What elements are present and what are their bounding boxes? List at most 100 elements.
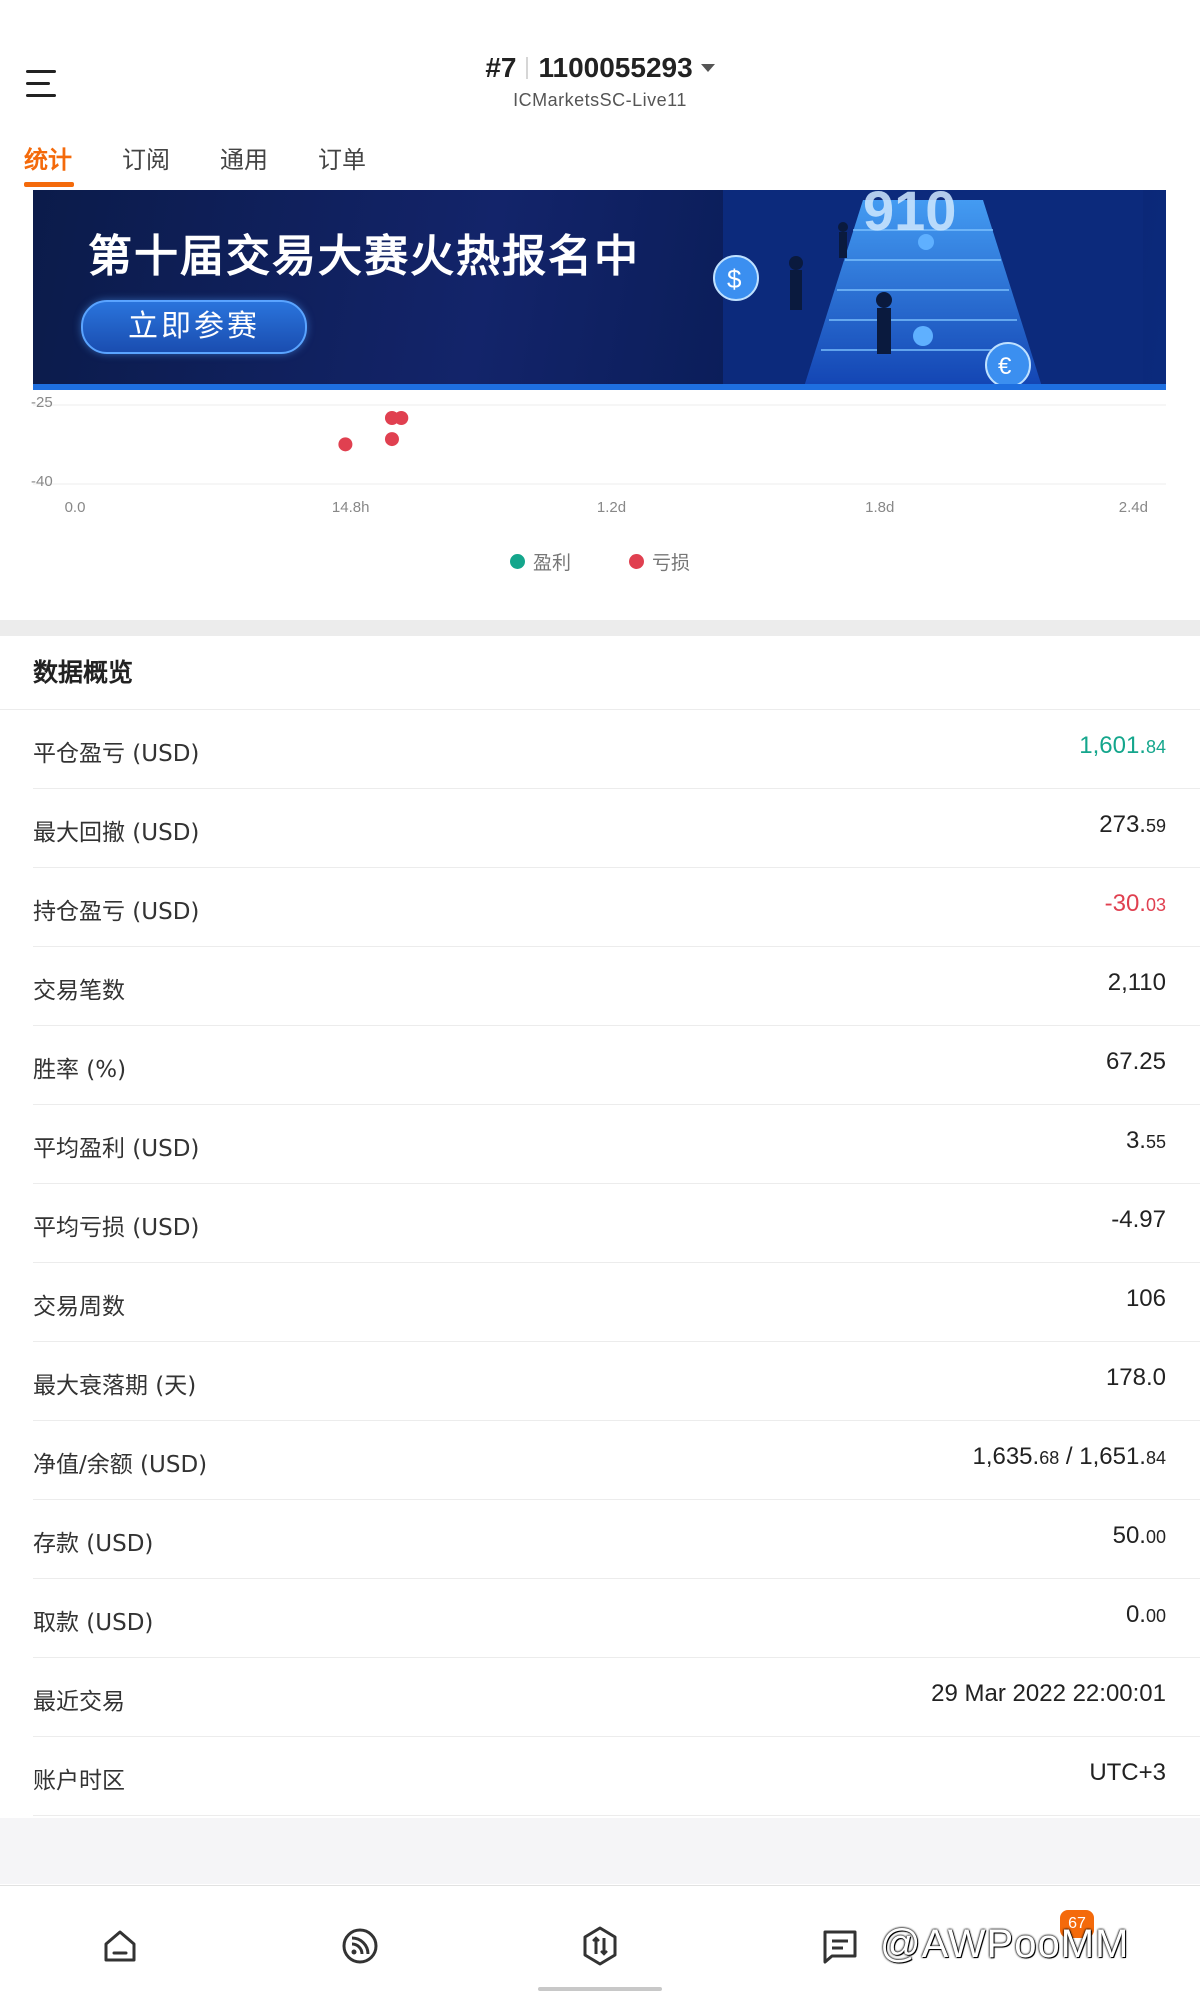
stat-value-int2: / 1,651. [1059,1443,1146,1470]
stat-value: 0.00 [1126,1601,1166,1629]
stat-label: 平均盈利 (USD) [33,1136,200,1162]
scatter-chart: -25 -40 0.0 14.8h 1.2d 1.8d 2.4d 盈利 亏损 [0,388,1200,588]
stat-row: 取款 (USD) 0.00 [33,1579,1200,1658]
account-rank: #7 [485,52,517,83]
stat-value-int: UTC+3 [1089,1759,1166,1786]
account-selector[interactable]: #7 1100055293 ICMarketsSC-Live11 [0,52,1200,111]
promo-banner[interactable]: 910 $ € 第十届交易大赛火热报名中 立即参赛 [33,190,1166,390]
stat-label: 交易笔数 [33,978,125,1004]
home-indicator [538,1987,662,1991]
legend-loss-label: 亏损 [652,552,691,574]
stat-label: 平均亏损 (USD) [33,1215,200,1241]
stat-row: 存款 (USD) 50.00 [33,1500,1200,1579]
stat-value-int: 3. [1125,1127,1146,1154]
y-tick-label: -25 [31,394,53,411]
svg-text:$: $ [727,264,742,294]
chart-legend: 盈利 亏损 [0,548,1200,575]
stat-value-int: 29 Mar 2022 22:00:01 [931,1680,1166,1707]
active-tab-indicator [24,182,74,187]
stat-value-dec: 84 [1145,737,1166,757]
stat-value-int: 106 [1125,1285,1166,1312]
stat-value-dec: 59 [1145,816,1166,836]
x-tick-label: 1.2d [597,499,626,516]
tab-statistics[interactable]: 统计 [24,140,72,175]
stat-row: 净值/余额 (USD) 1,635.68 / 1,651.84 [33,1421,1200,1500]
server-name: ICMarketsSC-Live11 [513,90,687,110]
legend-profit[interactable]: 盈利 [509,548,571,575]
stat-label: 账户时区 [33,1768,125,1794]
stat-value-int: 178.0 [1105,1364,1166,1391]
stat-label: 取款 (USD) [33,1610,154,1636]
overview-list: 平仓盈亏 (USD) 1,601.84 最大回撤 (USD) 273.59 持仓盈亏 (… [0,710,1200,1816]
stat-label: 持仓盈亏 (USD) [33,899,200,925]
status-bar [0,0,1200,40]
stat-label: 最大回撤 (USD) [33,820,200,846]
stat-row: 最大衰落期 (天) 178.0 [33,1342,1200,1421]
legend-profit-dot [509,554,525,569]
legend-loss-dot [629,554,645,569]
x-tick-label: 1.8d [865,499,894,516]
join-contest-button[interactable]: 立即参赛 [81,300,307,354]
stat-value-int: 1,601. [1079,732,1146,759]
y-tick-label: -40 [31,473,53,490]
stat-value: -4.97 [1111,1206,1166,1234]
x-tick-label: 14.8h [332,499,370,516]
stat-value: -30.03 [1105,890,1166,918]
tab-bar: 统计 订阅 通用 订单 [0,132,1200,188]
stat-row: 平仓盈亏 (USD) 1,601.84 [33,710,1200,789]
stat-label: 平仓盈亏 (USD) [33,741,200,767]
stat-row: 账户时区 UTC+3 [33,1737,1200,1816]
stat-value-dec: 00 [1145,1606,1166,1626]
stat-value-dec: 68 [1039,1448,1060,1468]
stat-label: 存款 (USD) [33,1531,154,1557]
stat-value-int: 273. [1099,811,1146,838]
stat-row: 交易周数 106 [33,1263,1200,1342]
stat-value: 29 Mar 2022 22:00:01 [931,1680,1166,1708]
legend-loss[interactable]: 亏损 [629,548,690,575]
tab-subscribe[interactable]: 订阅 [122,140,170,175]
stat-value-int: 67.25 [1105,1048,1166,1075]
overview-title: 数据概览 [33,658,134,687]
stat-value-dec: 00 [1145,1527,1166,1547]
legend-profit-label: 盈利 [532,552,571,574]
stat-value: UTC+3 [1089,1759,1166,1787]
stat-label: 胜率 (%) [33,1057,127,1083]
section-divider [0,620,1200,636]
feed-icon[interactable] [336,1922,384,1970]
data-point [394,411,409,425]
stat-value-int: 50. [1112,1522,1146,1549]
stat-row: 平均盈利 (USD) 3.55 [33,1105,1200,1184]
stat-value: 67.25 [1106,1048,1166,1076]
bottom-navigation: 67 @AWPooMM [0,1885,1200,2001]
stat-label: 最近交易 [33,1689,125,1715]
stat-value: 50.00 [1113,1522,1166,1550]
home-icon[interactable] [96,1922,144,1970]
stat-value-int: 0. [1125,1601,1146,1628]
stat-value: 2,110 [1108,969,1166,997]
stat-value-int: 2,110 [1107,969,1166,996]
divider [526,57,529,79]
banner-title: 第十届交易大赛火热报名中 [88,231,640,282]
bottom-spacer [0,1818,1200,1884]
tab-orders[interactable]: 订单 [318,140,366,175]
chart-canvas: -25 -40 0.0 14.8h 1.2d 1.8d 2.4d [31,394,1166,516]
data-point [338,437,353,452]
stat-row: 胜率 (%) 67.25 [33,1026,1200,1105]
stat-label: 最大衰落期 (天) [33,1373,197,1399]
stat-value: 273.59 [1099,811,1166,839]
stat-row: 持仓盈亏 (USD) -30.03 [33,868,1200,947]
stat-value-dec: 55 [1145,1132,1166,1152]
stat-row: 交易笔数 2,110 [33,947,1200,1026]
svg-text:€: € [998,353,1012,380]
app-header: #7 1100055293 ICMarketsSC-Live11 [0,40,1200,118]
stat-row: 最大回撤 (USD) 273.59 [33,789,1200,868]
tab-general[interactable]: 通用 [220,140,268,175]
watermark: @AWPooMM [880,1922,1130,1966]
trade-icon[interactable] [576,1922,624,1970]
message-icon[interactable] [816,1922,864,1970]
stat-value: 178.0 [1106,1364,1166,1392]
caret-down-icon[interactable] [700,64,715,72]
stat-value-dec2: 84 [1145,1448,1166,1468]
stat-value-dec: 03 [1145,895,1166,915]
stat-value-int: -30. [1104,890,1146,917]
